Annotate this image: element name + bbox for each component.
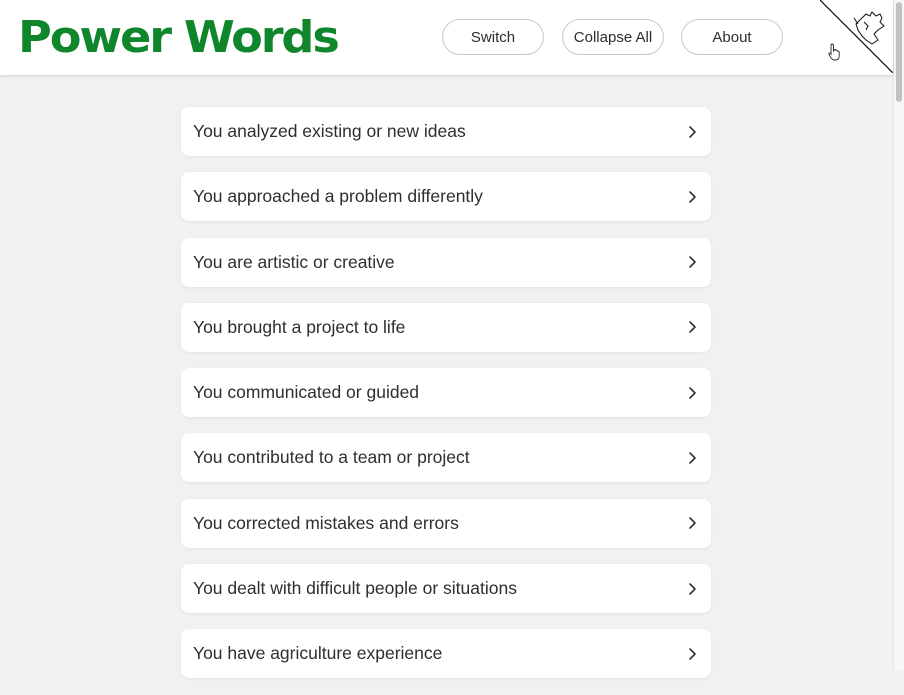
chevron-right-icon <box>689 125 696 138</box>
list-item[interactable]: You corrected mistakes and errors <box>181 498 711 548</box>
list-item-label: You brought a project to life <box>193 316 406 337</box>
list-item[interactable]: You brought a project to life <box>181 302 711 352</box>
list-item[interactable]: You approached a problem differently <box>181 172 711 222</box>
list-item[interactable]: You contributed to a team or project <box>181 433 711 483</box>
scrollbar-thumb[interactable] <box>896 2 902 102</box>
list-item-label: You communicated or guided <box>193 382 420 403</box>
chevron-right-icon <box>689 648 696 660</box>
list-item-label: You are artistic or creative <box>193 251 395 272</box>
chevron-right-icon <box>689 517 696 530</box>
list-item-label: You corrected mistakes and errors <box>193 512 459 533</box>
power-words-list: You analyzed existing or new ideas You a… <box>181 107 711 695</box>
chevron-right-icon <box>689 386 696 399</box>
list-item-label: You approached a problem differently <box>193 186 483 207</box>
about-button[interactable]: About <box>681 19 783 55</box>
switch-button[interactable]: Switch <box>442 19 544 55</box>
list-item-label: You have agriculture experience <box>193 643 443 664</box>
corner-ribbon-icon[interactable] <box>820 0 893 73</box>
scrollbar[interactable] <box>893 0 904 670</box>
chevron-right-icon <box>689 582 696 595</box>
list-item-label: You analyzed existing or new ideas <box>193 121 466 141</box>
collapse-all-button[interactable]: Collapse All <box>562 19 664 55</box>
logo[interactable]: Power Words <box>18 10 340 66</box>
chevron-right-icon <box>689 452 696 464</box>
list-item-label: You contributed to a team or project <box>193 447 470 468</box>
chevron-right-icon <box>689 256 696 268</box>
list-item[interactable]: You communicated or guided <box>181 368 711 418</box>
chevron-right-icon <box>689 321 696 334</box>
list-item-label: You dealt with difficult people or situa… <box>193 578 517 599</box>
list-item[interactable]: You have agriculture experience <box>181 629 711 679</box>
header: Power Words Switch Collapse All About <box>0 0 893 75</box>
hand-pointer-icon <box>828 43 840 61</box>
list-item[interactable]: You are artistic or creative <box>181 237 711 287</box>
list-item[interactable]: You analyzed existing or new ideas <box>181 107 711 156</box>
chevron-right-icon <box>689 190 696 203</box>
list-item[interactable]: You dealt with difficult people or situa… <box>181 564 711 614</box>
